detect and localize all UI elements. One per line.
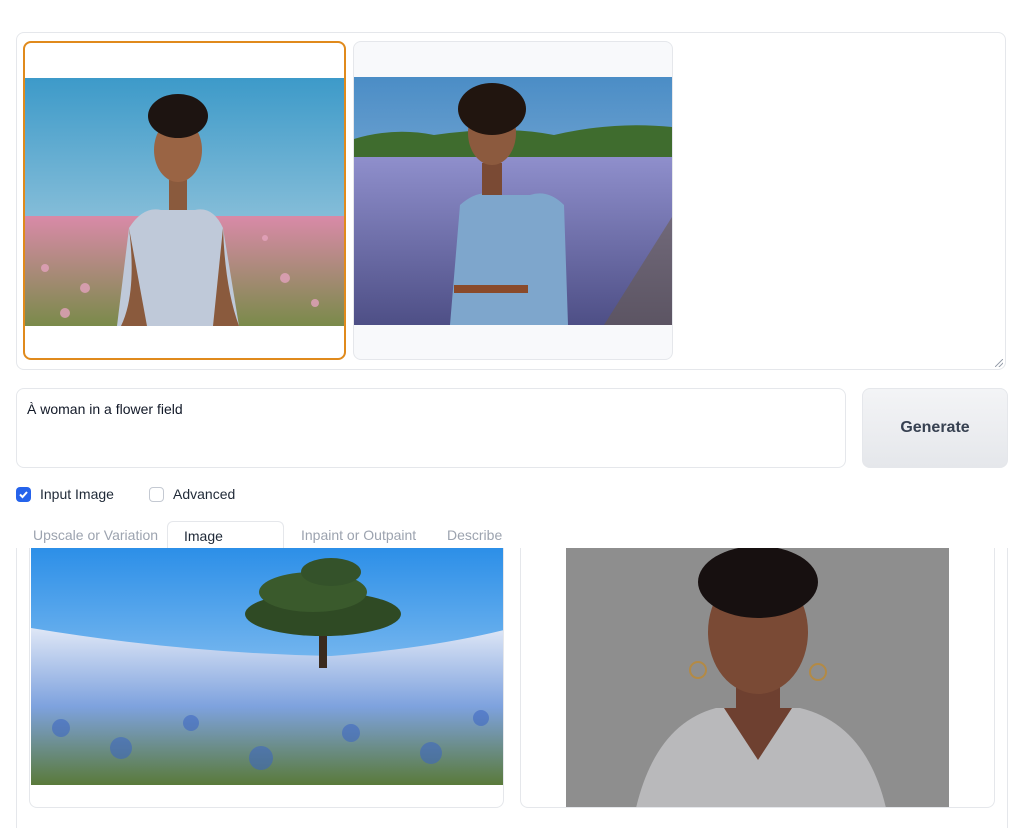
tab-image-prompt[interactable]: Image Prompt [167, 521, 284, 572]
tab-upscale-or-variation[interactable]: Upscale or Variation [33, 521, 158, 549]
tree-blue-flower-field-image [31, 548, 503, 785]
input-image-label: Input Image [40, 486, 114, 502]
prompt-input[interactable]: À woman in a flower field [16, 388, 846, 468]
tab-describe[interactable]: Describe [447, 521, 502, 549]
gallery-thumbnail-1[interactable] [23, 41, 346, 360]
checkbox-unchecked-icon[interactable] [149, 486, 164, 502]
resize-handle[interactable] [995, 359, 1003, 367]
checkbox-checked-icon[interactable] [16, 486, 31, 502]
image-prompt-slot-1[interactable] [29, 548, 504, 808]
advanced-label: Advanced [173, 486, 236, 502]
output-gallery [16, 32, 1006, 370]
input-image-checkbox[interactable]: Input Image [16, 486, 114, 502]
image-prompt-slot-2[interactable] [520, 548, 995, 808]
advanced-checkbox[interactable]: Advanced [149, 486, 235, 502]
generate-button[interactable]: Generate [862, 388, 1008, 468]
woman-portrait-image [566, 548, 949, 807]
tab-inpaint-or-outpaint[interactable]: Inpaint or Outpaint [301, 521, 416, 549]
gallery-thumbnail-2[interactable] [353, 41, 673, 360]
woman-blue-flower-field-image [354, 77, 672, 325]
woman-pink-flower-field-image [25, 78, 344, 326]
